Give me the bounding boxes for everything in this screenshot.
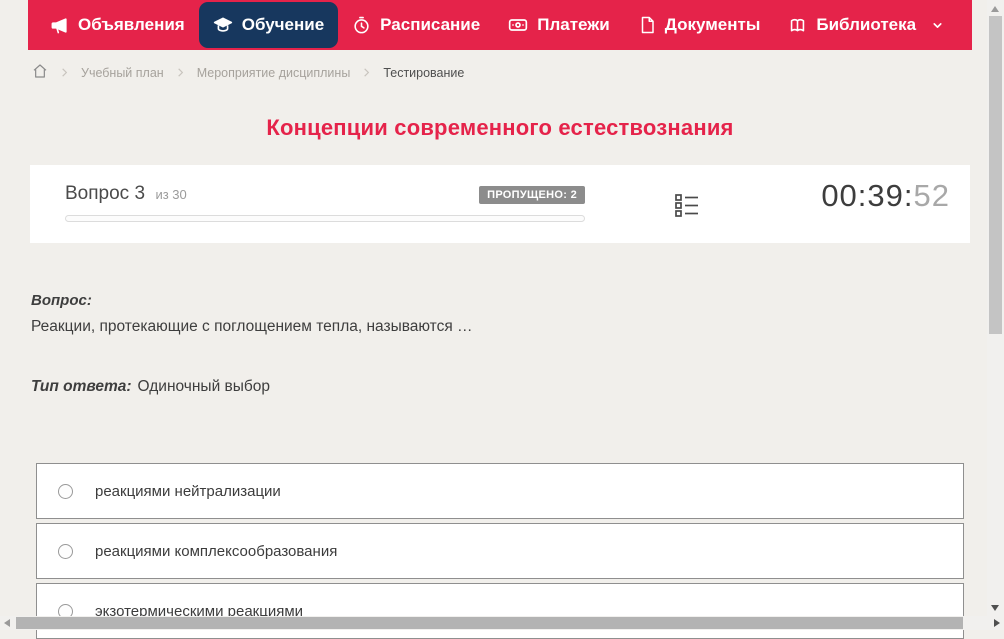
nav-item-documents[interactable]: Документы [624,0,775,50]
breadcrumb-current-testing: Тестирование [383,65,465,80]
megaphone-icon [50,16,69,35]
answer-option-2[interactable]: реакциями комплексообразования [36,523,964,579]
answer-type-value: Одиночный выбор [137,378,271,395]
question-text: Реакции, протекающие с поглощением тепла… [31,318,473,335]
question-progress-block: Вопрос 3 из 30 ПРОПУЩЕНО: 2 [65,183,585,222]
nav-item-announcements[interactable]: Объявления [36,0,199,50]
chevron-right-icon [361,67,372,78]
question-list-button[interactable] [673,191,701,224]
banknote-icon [508,15,528,35]
nav-item-label: Документы [664,15,761,34]
list-icon [673,194,701,223]
nav-item-label: Платежи [537,15,610,34]
graduation-cap-icon [213,15,233,35]
scroll-down-arrow-icon[interactable] [991,605,999,611]
home-icon[interactable] [32,63,48,82]
nav-item-label: Обучение [241,15,325,34]
scroll-right-arrow-icon[interactable] [994,619,1000,627]
question-heading: Вопрос: [31,292,92,309]
answer-option-label: реакциями комплексообразования [95,542,338,560]
answer-type-label: Тип ответа: [31,378,132,395]
chevron-right-icon [59,67,70,78]
answer-option-1[interactable]: реакциями нейтрализации [36,463,964,519]
chevron-right-icon [175,67,186,78]
timer-hours-minutes: 00:39: [821,178,914,213]
nav-item-label: Расписание [380,15,481,34]
answer-type-row: Тип ответа: Одиночный выбор [31,378,270,396]
nav-item-payments[interactable]: Платежи [494,0,624,50]
scroll-up-arrow-icon[interactable] [991,6,999,12]
page-title: Концепции современного естествознания [266,115,734,140]
question-total: из 30 [155,187,187,202]
breadcrumb: Учебный план Мероприятие дисциплины Тест… [32,63,464,82]
horizontal-scrollbar-thumb[interactable] [16,617,963,629]
clock-icon [352,16,371,35]
timer-seconds: 52 [913,178,950,213]
chevron-down-icon [931,19,944,32]
vertical-scrollbar[interactable] [987,0,1004,616]
scroll-left-arrow-icon[interactable] [4,619,10,627]
question-number: Вопрос 3 [65,183,146,204]
nav-item-learning[interactable]: Обучение [198,2,339,48]
countdown-timer: 00:39:52 [821,178,950,214]
radio-button[interactable] [58,543,73,559]
top-navigation: Объявления Обучение Расписание Платежи Д… [28,0,972,50]
answer-option-3[interactable]: экзотермическими реакциями [36,583,964,639]
document-icon [638,16,656,34]
vertical-scrollbar-thumb[interactable] [989,16,1002,334]
quiz-header-panel: Вопрос 3 из 30 ПРОПУЩЕНО: 2 00:39:52 [30,165,970,243]
answer-option-label: реакциями нейтрализации [95,482,281,500]
nav-item-library[interactable]: Библиотека [774,0,958,50]
skipped-badge: ПРОПУЩЕНО: 2 [479,186,585,204]
book-icon [788,16,807,35]
nav-item-label: Библиотека [816,15,917,34]
breadcrumb-curriculum[interactable]: Учебный план [81,66,164,80]
progress-bar [65,215,585,222]
nav-item-schedule[interactable]: Расписание [338,0,494,50]
breadcrumb-discipline-event[interactable]: Мероприятие дисциплины [197,66,351,80]
radio-button[interactable] [58,483,73,499]
nav-item-label: Объявления [78,15,185,34]
horizontal-scrollbar[interactable] [0,616,1004,630]
